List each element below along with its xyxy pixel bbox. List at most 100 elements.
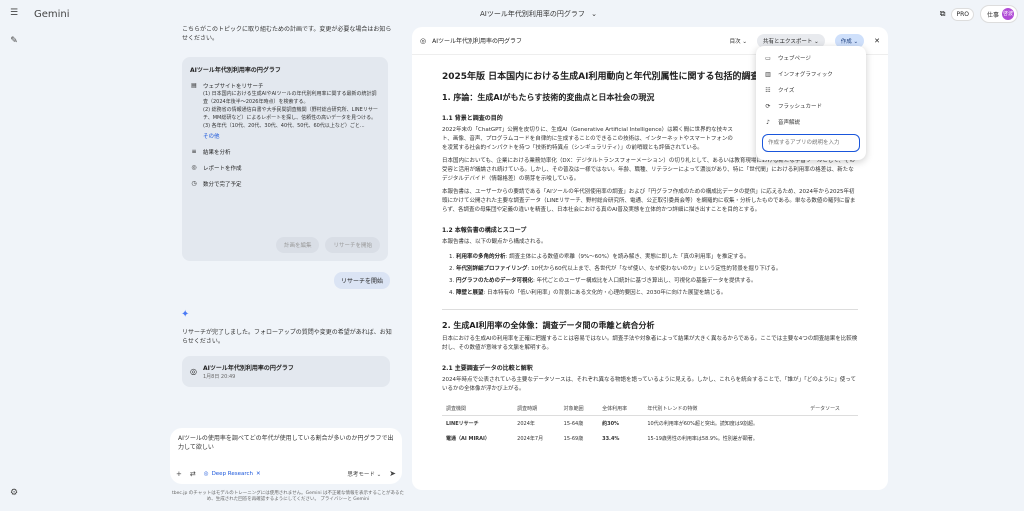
table-cell: 2024年7月 <box>517 436 544 442</box>
report-card-time: 1月8日 20:49 <box>202 374 236 380</box>
add-icon[interactable]: + <box>176 470 182 478</box>
table-cell <box>806 431 858 446</box>
list-item: 利用率の多角的分析: 調査主体による数値の乖離（9%〜60%）を読み解き、実態に… <box>456 251 858 263</box>
menu-item-audio[interactable]: ♪ 音声解説 <box>756 114 866 130</box>
toc-label: 目次 <box>729 38 741 45</box>
plan-buttons: 計画を編集 リサーチを開始 <box>275 237 380 253</box>
table-header: 全体利用率 <box>598 402 644 416</box>
website-icon: ▤ <box>191 82 197 89</box>
menu-item-infographic[interactable]: ▥ インフォグラフィック <box>756 66 866 82</box>
plan-research-label: ウェブサイトをリサーチ <box>203 84 264 90</box>
comparison-table: 調査機関 調査時期 対象範囲 全体利用率 年代別トレンドの特徴 データソース L… <box>442 402 858 446</box>
gemini-spark-icon: ✦ <box>181 309 190 320</box>
list-item-title: 年代別詳細プロファイリング <box>456 266 528 272</box>
list-item-text: : 調査主体による数値の乖離（9%〜60%）を読み解き、実態に即した「真の利用率… <box>505 254 750 260</box>
research-plan-card: AIツール年代別利用率の円グラフ ▤ ウェブサイトをリサーチ (1) 日本国内に… <box>182 57 388 261</box>
start-research-button[interactable]: リサーチを開始 <box>325 237 380 253</box>
list-item: 障壁と展望: 日本特有の「低い利用率」の背景にある文化的・心理的要因と、2030… <box>456 287 858 299</box>
list-item: 年代別詳細プロファイリング: 10代から60代以上まで、各世代が「なぜ使い、なぜ… <box>456 263 858 275</box>
close-icon[interactable]: ✕ <box>256 471 261 477</box>
new-chat-icon[interactable]: ✎ <box>8 35 20 47</box>
plan-step-report: ◎ レポートを作成 <box>190 164 380 172</box>
plan-eta-label: 数分で完了予定 <box>203 182 242 188</box>
pro-badge: PRO <box>951 7 974 21</box>
plan-report-label: レポートを作成 <box>203 166 242 172</box>
menu-item-label: インフォグラフィック <box>778 72 833 78</box>
mode-label: 思考モード <box>347 471 375 478</box>
plan-step-research: ▤ ウェブサイトをリサーチ <box>190 82 380 90</box>
account-label: 仕事 <box>986 11 999 19</box>
table-cell: 2024年 <box>517 421 535 427</box>
conversation-title-text: AIツール年代別利用率の円グラフ <box>480 10 585 18</box>
table-cell: 10代の利用率が60%超と突出。読知度は9割超。 <box>647 421 759 427</box>
plan-title: AIツール年代別利用率の円グラフ <box>190 67 281 74</box>
quiz-icon: ☷ <box>765 86 771 94</box>
infographic-icon: ▥ <box>765 70 771 78</box>
share-icon[interactable]: ⧉ <box>940 9 946 19</box>
report-icon: ◎ <box>420 36 427 45</box>
create-menu: ▭ ウェブページ ▥ インフォグラフィック ☷ クイズ ⟳ フラッシュカード ♪ 音声解説 <box>756 46 866 160</box>
close-icon[interactable]: ✕ <box>874 37 880 45</box>
list-item-title: 障壁と展望 <box>456 290 484 296</box>
prompt-tools: + ⇄ ◎ Deep Research ✕ 思考モード ⌄ ➤ <box>176 469 396 478</box>
menu-icon[interactable]: ☰ <box>8 7 20 19</box>
avatar: 啓波 <box>1002 8 1014 20</box>
paragraph: 日本国内においても、企業における業務効率化（DX：デジタルトランスフォーメーショ… <box>442 158 855 182</box>
list-item: 円グラフのためのデータ可視化: 年代ごとのユーザー構成比を人口統計に基づき算出し… <box>456 275 858 287</box>
table-cell: 33.4% <box>602 435 620 442</box>
document-title: AIツール年代別利用率の円グラフ <box>432 38 522 45</box>
user-message-chip: リサーチを開始 <box>334 272 391 289</box>
tools-icon[interactable]: ⇄ <box>190 470 196 478</box>
clock-icon: ◷ <box>191 180 197 187</box>
section-heading: 2. 生成AI利用率の全体像：調査データ間の乖離と統合分析 <box>442 321 655 330</box>
table-header: 年代別トレンドの特徴 <box>643 402 807 416</box>
table-row: LINEリサーチ 2024年 15-64歳 約30% 10代の利用率が60%超と… <box>442 416 858 432</box>
conversation-title[interactable]: AIツール年代別利用率の円グラフ ⌄ <box>480 9 597 19</box>
share-label: 共有とエクスポート <box>763 38 813 45</box>
plan-more-link[interactable]: その他 <box>203 132 380 140</box>
list-item-text: : 10代から60代以上まで、各世代が「なぜ使い、なぜ使わないのか」という定性的… <box>527 266 782 272</box>
list-item-title: 利用率の多角的分析 <box>456 254 506 260</box>
deep-research-label: Deep Research <box>211 470 254 477</box>
paragraph: 本報告書は、ユーザーからの要請である「AIツールの年代別使用率の調査」および「円… <box>442 189 856 213</box>
edit-plan-button[interactable]: 計画を編集 <box>275 237 320 253</box>
subsection-heading: 1.2 本報告書の構成とスコープ <box>442 227 527 234</box>
paragraph: 2024年時点で公表されている主要なデータソースは、それぞれ異なる物語を語ってい… <box>442 377 856 392</box>
deep-research-chip[interactable]: ◎ Deep Research ✕ <box>204 471 261 477</box>
menu-item-flashcard[interactable]: ⟳ フラッシュカード <box>756 98 866 114</box>
table-cell: LINEリサーチ <box>446 421 479 427</box>
menu-item-label: クイズ <box>778 88 795 94</box>
settings-icon[interactable]: ⚙ <box>8 487 20 499</box>
menu-item-label: フラッシュカード <box>778 104 823 110</box>
account-chip[interactable]: 仕事 啓波 <box>979 5 1018 23</box>
divider <box>442 309 858 310</box>
report-card-title: AIツール年代別利用率の円グラフ <box>202 365 294 372</box>
toc-button[interactable]: 目次 ⌄ <box>730 37 747 45</box>
menu-item-quiz[interactable]: ☷ クイズ <box>756 82 866 98</box>
intro-text: こちらがこのトピックに取り組むための計画です。変更が必要な場合はお知らせください… <box>182 26 392 42</box>
table-header: 調査機関 <box>442 402 514 416</box>
table-header: 対象範囲 <box>559 402 599 416</box>
menu-item-webpage[interactable]: ▭ ウェブページ <box>756 50 866 66</box>
table-cell: 15-19歳男性の利用率は58.9%。性別差が顕著。 <box>647 436 758 442</box>
report-card[interactable]: ◎ AIツール年代別利用率の円グラフ 1月8日 20:49 <box>182 356 390 387</box>
subsection-heading: 2.1 主要調査データの比較と解釈 <box>442 365 533 372</box>
table-header-row: 調査機関 調査時期 対象範囲 全体利用率 年代別トレンドの特徴 データソース <box>442 402 858 416</box>
table-cell: 約30% <box>602 421 620 427</box>
table-cell: 15-64歳 <box>563 421 584 427</box>
prompt-box[interactable]: AIツールの使用率を調べてどの年代が使用している割合が多いのか円グラフで出力して… <box>170 428 402 484</box>
list-item-text: : 年代ごとのユーザー構成比を人口統計に基づき算出し、可視化の基盤データを提供す… <box>533 278 757 284</box>
webpage-icon: ▭ <box>765 54 771 62</box>
app-description-input[interactable] <box>762 134 860 152</box>
prompt-text[interactable]: AIツールの使用率を調べてどの年代が使用している割合が多いのか円グラフで出力して… <box>178 434 394 452</box>
scope-list: 利用率の多角的分析: 調査主体による数値の乖離（9%〜60%）を読み解き、実態に… <box>456 251 858 299</box>
send-icon[interactable]: ➤ <box>389 469 396 478</box>
paragraph: 日本における生成AIの利用率を正確に把握することは容易ではない。調査手法や対象者… <box>442 336 858 351</box>
table-cell: 15-69歳 <box>563 436 584 442</box>
list-item-title: 円グラフのためのデータ可視化 <box>456 278 534 284</box>
menu-item-label: 音声解説 <box>778 120 801 126</box>
plan-step-analyze: ≡ 結果を分析 <box>190 148 380 156</box>
disclaimer: tbec.jp のチャットはモデルのトレーニングには使用されません。Gemini… <box>171 491 405 502</box>
deep-research-icon: ◎ <box>203 470 209 477</box>
mode-selector[interactable]: 思考モード ⌄ <box>347 470 381 478</box>
